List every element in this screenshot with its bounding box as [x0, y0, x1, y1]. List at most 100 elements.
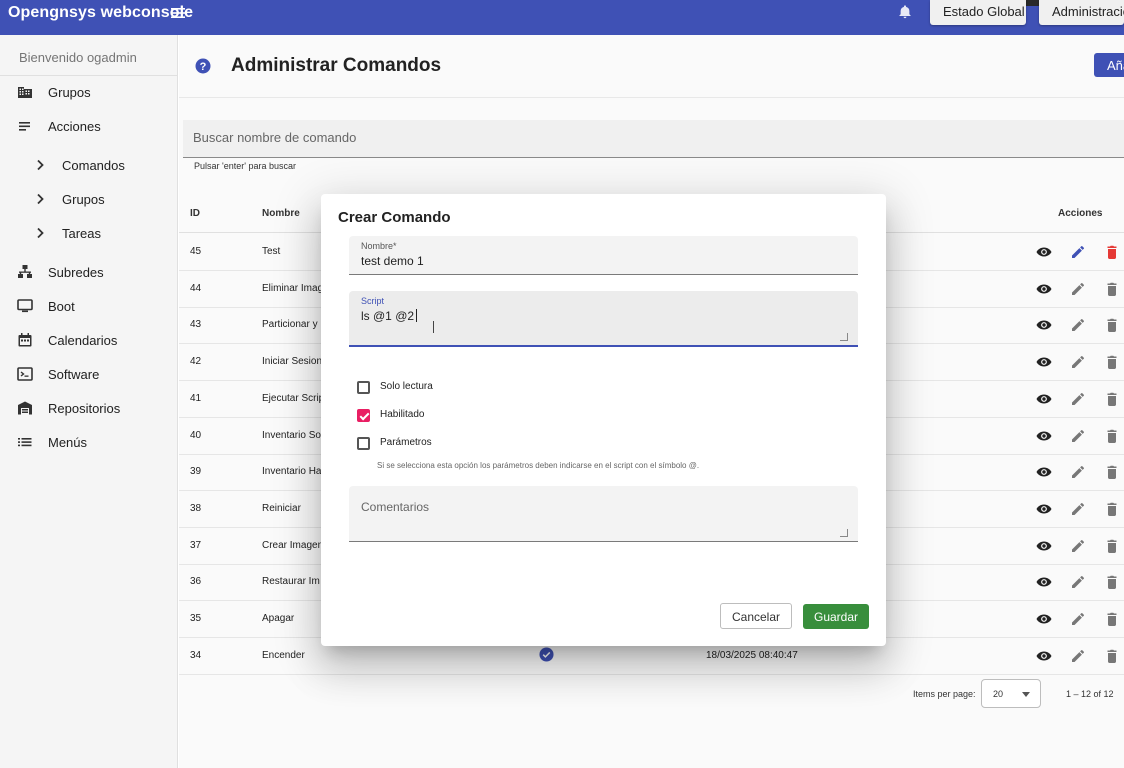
delete-icon[interactable] — [1104, 611, 1120, 627]
comments-field[interactable]: Comentarios — [349, 486, 858, 542]
edit-icon[interactable] — [1070, 391, 1086, 407]
resize-handle[interactable] — [840, 333, 848, 341]
delete-icon[interactable] — [1104, 428, 1120, 444]
view-icon[interactable] — [1036, 611, 1052, 627]
resize-handle[interactable] — [840, 529, 848, 537]
view-icon[interactable] — [1036, 391, 1052, 407]
checkbox-box-checked[interactable] — [357, 409, 370, 422]
sidebar-item-label: Subredes — [48, 264, 104, 280]
view-icon[interactable] — [1036, 244, 1052, 260]
sidebar-item-label: Calendarios — [48, 332, 118, 348]
script-field[interactable]: Script ls @1 @2 — [349, 291, 858, 347]
view-icon[interactable] — [1036, 648, 1052, 664]
bell-icon[interactable] — [898, 5, 912, 19]
sidebar-item-grupos-acciones[interactable]: Grupos — [0, 184, 178, 214]
items-per-page-label: Items per page: — [913, 689, 976, 699]
network-icon — [18, 265, 32, 278]
building-icon — [18, 87, 32, 98]
script-textarea[interactable]: ls @1 @2 — [361, 309, 418, 323]
view-icon[interactable] — [1036, 317, 1052, 333]
delete-icon[interactable] — [1104, 501, 1120, 517]
sidebar-item-menus[interactable]: Menús — [0, 427, 178, 457]
cell-id: 44 — [190, 282, 202, 294]
estado-global-button[interactable]: Estado Global — [930, 0, 1026, 25]
items-per-page-value: 20 — [993, 689, 1004, 699]
edit-icon[interactable] — [1070, 281, 1086, 297]
sidebar-item-label: Menús — [48, 434, 88, 450]
paginator: Items per page: 20 1 – 12 of 12 — [179, 675, 1124, 715]
sidebar: Bienvenido ogadmin Grupos Acciones Coman… — [0, 35, 178, 768]
delete-icon[interactable] — [1104, 354, 1120, 370]
help-icon[interactable]: ? — [195, 58, 211, 74]
edit-icon[interactable] — [1070, 428, 1086, 444]
sidebar-divider — [0, 75, 178, 76]
script-text: ls @1 @2 — [361, 309, 415, 323]
delete-icon[interactable] — [1104, 317, 1120, 333]
cancel-button[interactable]: Cancelar — [720, 603, 792, 629]
sidebar-item-grupos[interactable]: Grupos — [0, 77, 178, 107]
sidebar-item-acciones[interactable]: Acciones — [0, 111, 178, 141]
name-label: Nombre* — [361, 241, 397, 251]
view-icon[interactable] — [1036, 501, 1052, 517]
delete-icon[interactable] — [1104, 391, 1120, 407]
edit-icon[interactable] — [1070, 354, 1086, 370]
view-icon[interactable] — [1036, 428, 1052, 444]
hamburger-menu-icon[interactable] — [170, 5, 186, 21]
view-icon[interactable] — [1036, 538, 1052, 554]
search-field[interactable] — [183, 120, 1124, 158]
sidebar-item-software[interactable]: Software — [0, 359, 178, 389]
sidebar-item-tareas[interactable]: Tareas — [0, 218, 178, 248]
items-per-page-select[interactable]: 20 — [981, 679, 1041, 708]
warehouse-icon — [18, 401, 32, 415]
view-icon[interactable] — [1036, 574, 1052, 590]
cell-id: 39 — [190, 466, 202, 478]
edit-icon[interactable] — [1070, 317, 1086, 333]
sidebar-item-boot[interactable]: Boot — [0, 291, 178, 321]
name-input-value[interactable]: test demo 1 — [361, 254, 424, 268]
parameters-hint: Si se selecciona esta opción los parámet… — [377, 461, 700, 470]
cell-id: 34 — [190, 649, 202, 661]
cell-id: 43 — [190, 319, 202, 331]
edit-icon[interactable] — [1070, 574, 1086, 590]
create-command-dialog: Crear Comando Nombre* test demo 1 Script… — [321, 194, 886, 646]
delete-icon[interactable] — [1104, 648, 1120, 664]
sidebar-item-calendarios[interactable]: Calendarios — [0, 325, 178, 355]
edit-icon[interactable] — [1070, 538, 1086, 554]
cell-name: Crear Imagen — [262, 539, 324, 551]
checkbox-box[interactable] — [357, 437, 370, 450]
search-input[interactable] — [193, 130, 993, 145]
sidebar-item-subredes[interactable]: Subredes — [0, 257, 178, 287]
menu-list-icon — [18, 438, 32, 447]
administracion-button[interactable]: Administracion — [1039, 0, 1124, 25]
chevron-right-icon — [37, 159, 44, 171]
view-icon[interactable] — [1036, 281, 1052, 297]
checkbox-box[interactable] — [357, 381, 370, 394]
edit-icon[interactable] — [1070, 648, 1086, 664]
delete-icon[interactable] — [1104, 538, 1120, 554]
app-title: Opengnsys webconsole — [8, 4, 194, 21]
sidebar-item-comandos[interactable]: Comandos — [0, 150, 178, 180]
chevron-right-icon — [37, 193, 44, 205]
cell-id: 45 — [190, 246, 202, 257]
search-hint: Pulsar 'enter' para buscar — [194, 161, 296, 171]
save-button[interactable]: Guardar — [803, 604, 869, 629]
edit-icon[interactable] — [1070, 501, 1086, 517]
view-icon[interactable] — [1036, 464, 1052, 480]
edit-icon[interactable] — [1070, 611, 1086, 627]
header-divider — [179, 97, 1124, 98]
name-field[interactable]: Nombre* test demo 1 — [349, 236, 858, 275]
add-command-button[interactable]: Añadir — [1094, 53, 1124, 77]
cell-name: Test — [262, 246, 281, 257]
view-icon[interactable] — [1036, 354, 1052, 370]
delete-icon[interactable] — [1104, 244, 1120, 260]
delete-icon[interactable] — [1104, 464, 1120, 480]
dialog-title: Crear Comando — [338, 209, 451, 226]
cell-name: Inventario Ha — [262, 466, 322, 478]
sidebar-item-label: Grupos — [48, 84, 91, 100]
delete-icon[interactable] — [1104, 281, 1120, 297]
column-header-name: Nombre — [262, 208, 300, 219]
edit-icon[interactable] — [1070, 464, 1086, 480]
delete-icon[interactable] — [1104, 574, 1120, 590]
edit-icon[interactable] — [1070, 244, 1086, 260]
sidebar-item-repositorios[interactable]: Repositorios — [0, 393, 178, 423]
